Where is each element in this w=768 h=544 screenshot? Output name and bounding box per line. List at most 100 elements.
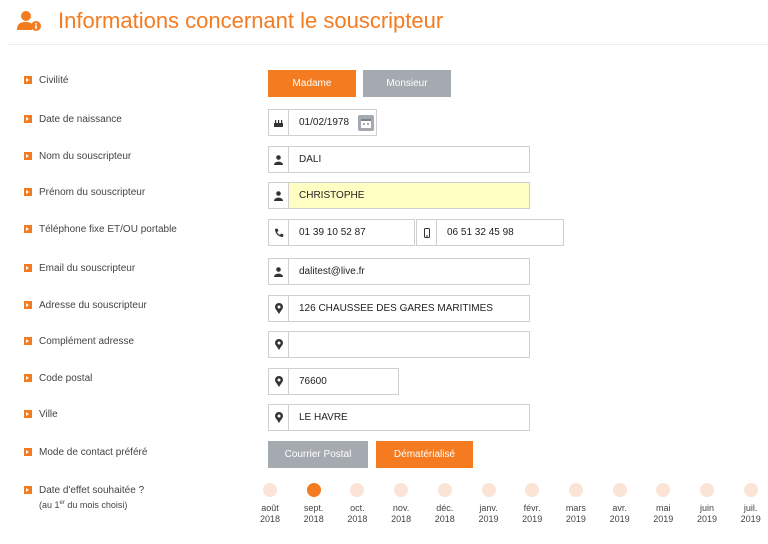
month-label[interactable]: mars 2019: [551, 503, 601, 525]
user-icon: [269, 147, 289, 172]
month-dot[interactable]: [525, 483, 540, 497]
nom-input[interactable]: DALI: [289, 147, 529, 172]
complement-label: Complément adresse: [24, 335, 134, 348]
mobile-phone-icon: [417, 220, 437, 245]
user-icon: [269, 259, 289, 284]
bullet-arrow-icon: [24, 76, 32, 84]
month-label[interactable]: sept. 2018: [289, 503, 339, 525]
phone-fixe-field[interactable]: 01 39 10 52 87: [268, 219, 415, 246]
month-name: nov.: [392, 503, 410, 513]
month-label[interactable]: avr. 2019: [595, 503, 645, 525]
bullet-arrow-icon: [24, 374, 32, 382]
month-label[interactable]: déc. 2018: [420, 503, 470, 525]
month-dot[interactable]: [306, 483, 321, 497]
month-dot[interactable]: [612, 483, 627, 497]
map-marker-icon: [269, 405, 289, 430]
ville-input[interactable]: LE HAVRE: [289, 405, 529, 430]
month-year: 2018: [259, 514, 281, 524]
date-effet-sublabel: (au 1er du mois choisi): [39, 500, 128, 510]
month-year: 2018: [434, 514, 455, 524]
month-year: 2018: [347, 514, 368, 524]
month-name: avr.: [612, 503, 627, 513]
code-postal-input[interactable]: 76600: [289, 369, 398, 394]
bullet-arrow-icon: [24, 225, 32, 233]
bullet-arrow-icon: [24, 448, 32, 456]
email-label: Email du souscripteur: [24, 262, 135, 275]
month-dot[interactable]: [568, 483, 583, 497]
bullet-arrow-icon: [24, 115, 32, 123]
month-dot[interactable]: [437, 483, 452, 497]
calendar-icon[interactable]: [356, 110, 376, 135]
birthdate-input[interactable]: 01/02/1978: [289, 110, 356, 135]
month-dot[interactable]: [263, 483, 277, 497]
email-input[interactable]: dalitest@live.fr: [289, 259, 529, 284]
phone-portable-input[interactable]: 06 51 32 45 98: [437, 220, 563, 245]
month-year: 2018: [391, 514, 412, 524]
month-dot[interactable]: [656, 483, 671, 497]
birthdate-label: Date de naissance: [24, 113, 122, 126]
month-year: 2019: [740, 514, 761, 524]
contact-label: Mode de contact préféré: [24, 446, 147, 459]
ville-field[interactable]: LE HAVRE: [268, 404, 530, 431]
month-label[interactable]: juil. 2019: [726, 503, 768, 525]
month-label[interactable]: nov. 2018: [376, 503, 426, 525]
month-dot[interactable]: [743, 483, 758, 497]
month-name: mai: [656, 503, 671, 513]
month-year: 2019: [609, 514, 630, 524]
complement-field[interactable]: [268, 331, 530, 358]
telephone-label: Téléphone fixe ET/OU portable: [24, 223, 177, 236]
map-marker-icon: [269, 296, 289, 321]
month-year: 2019: [653, 514, 674, 524]
birthdate-field[interactable]: 01/02/1978: [268, 109, 377, 136]
monsieur-button[interactable]: Monsieur: [363, 70, 451, 97]
nom-label: Nom du souscripteur: [24, 150, 131, 163]
bullet-arrow-icon: [24, 410, 32, 418]
bullet-arrow-icon: [24, 337, 32, 345]
phone-portable-field[interactable]: 06 51 32 45 98: [416, 219, 564, 246]
civilite-label: Civilité: [24, 74, 68, 87]
complement-input[interactable]: [289, 332, 529, 357]
month-dot[interactable]: [350, 483, 365, 497]
adresse-field[interactable]: 126 CHAUSSEE DES GARES MARITIMES: [268, 295, 530, 322]
prenom-input[interactable]: CHRISTOPHE: [289, 183, 529, 208]
month-name: déc.: [436, 503, 454, 513]
month-year: 2019: [478, 514, 499, 524]
madame-button[interactable]: Madame: [268, 70, 356, 97]
month-name: juin: [699, 503, 714, 513]
ville-label: Ville: [24, 408, 58, 421]
prenom-label: Prénom du souscripteur: [24, 186, 145, 199]
month-label[interactable]: févr. 2019: [507, 503, 557, 525]
month-label[interactable]: juin 2019: [682, 503, 732, 525]
user-icon: [269, 183, 289, 208]
bullet-arrow-icon: [24, 188, 32, 196]
bullet-arrow-icon: [24, 301, 32, 309]
month-year: 2019: [696, 514, 718, 524]
adresse-input[interactable]: 126 CHAUSSEE DES GARES MARITIMES: [289, 296, 529, 321]
month-year: 2019: [522, 514, 543, 524]
birthday-cake-icon: [269, 110, 289, 135]
month-label[interactable]: mai 2019: [638, 503, 688, 525]
code-postal-field[interactable]: 76600: [268, 368, 399, 395]
phone-fixe-input[interactable]: 01 39 10 52 87: [289, 220, 414, 245]
bullet-arrow-icon: [24, 264, 32, 272]
prenom-field[interactable]: CHRISTOPHE: [268, 182, 530, 209]
date-effet-label: Date d'effet souhaitée ?: [24, 484, 144, 497]
month-label[interactable]: janv. 2019: [464, 503, 514, 525]
nom-field[interactable]: DALI: [268, 146, 530, 173]
month-label[interactable]: oct. 2018: [332, 503, 382, 525]
month-name: juil.: [743, 503, 758, 513]
month-year: 2018: [303, 514, 324, 524]
email-field[interactable]: dalitest@live.fr: [268, 258, 530, 285]
month-name: janv.: [479, 503, 498, 513]
month-name: sept.: [303, 503, 324, 513]
month-dot[interactable]: [394, 483, 409, 497]
month-label[interactable]: août 2018: [245, 503, 295, 525]
courrier-postal-button[interactable]: Courrier Postal: [268, 441, 368, 468]
month-dot[interactable]: [481, 483, 496, 497]
code-postal-label: Code postal: [24, 372, 92, 385]
month-dot[interactable]: [700, 483, 714, 497]
dematerialise-button[interactable]: Dématérialisé: [376, 441, 473, 468]
page-title: Informations concernant le souscripteur: [58, 8, 444, 33]
month-year: 2019: [565, 514, 586, 524]
adresse-label: Adresse du souscripteur: [24, 299, 147, 312]
